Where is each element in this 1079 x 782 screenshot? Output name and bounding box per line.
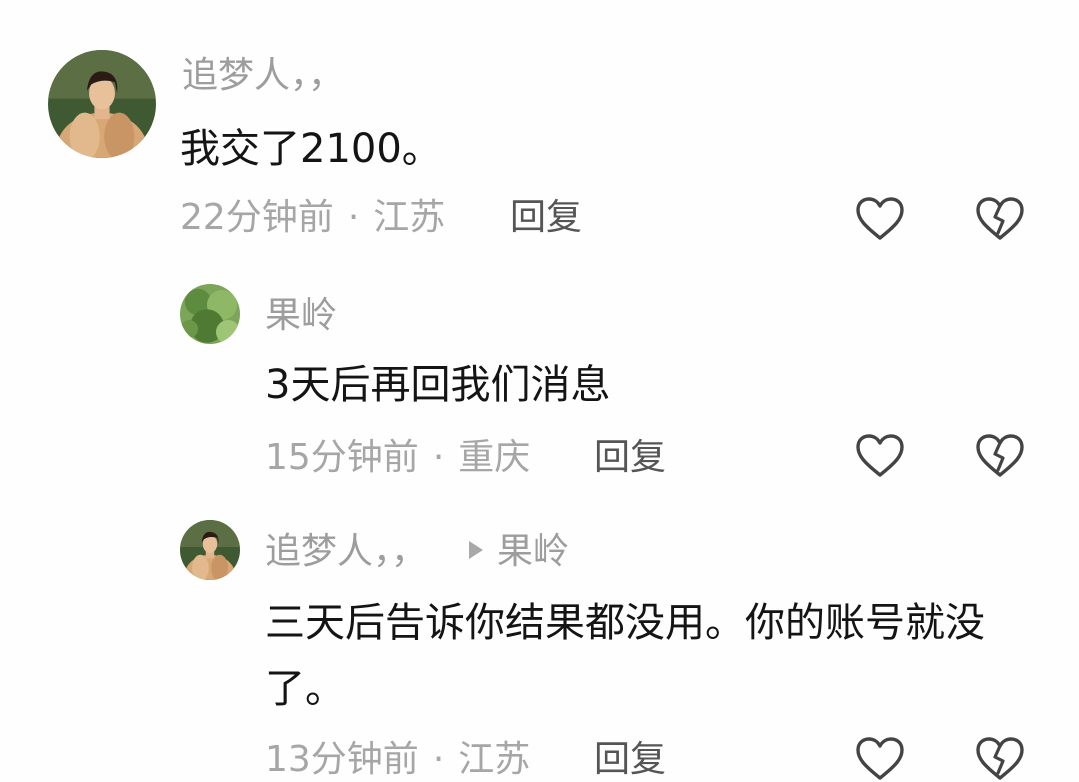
reply-to-username[interactable]: 果岭	[497, 531, 569, 572]
comment-username-line: 追梦人，， 果岭	[265, 534, 569, 570]
comment-meta: 13分钟前 · 江苏	[265, 742, 530, 778]
broken-heart-icon[interactable]	[975, 433, 1025, 479]
reply-button[interactable]: 回复	[594, 742, 666, 778]
comment-location: 江苏	[458, 739, 531, 780]
avatar[interactable]	[48, 50, 156, 158]
comment-username[interactable]: 追梦人，，	[182, 58, 344, 94]
broken-heart-icon[interactable]	[975, 196, 1025, 242]
heart-outline-icon[interactable]	[855, 196, 905, 242]
comment-meta: 22分钟前 · 江苏	[180, 200, 445, 236]
comment-time: 22分钟前	[180, 197, 334, 238]
reply-button[interactable]: 回复	[510, 200, 582, 236]
comment-text: 我交了2100。	[180, 126, 442, 172]
comment-text: 3天后再回我们消息	[265, 362, 611, 408]
comment-username[interactable]: 追梦人，，	[265, 531, 427, 572]
comment-time: 13分钟前	[265, 739, 419, 780]
comment-location: 重庆	[458, 437, 531, 478]
meta-separator: ·	[432, 739, 445, 780]
avatar[interactable]	[180, 284, 240, 344]
meta-separator: ·	[347, 197, 360, 238]
comment-meta: 15分钟前 · 重庆	[265, 440, 530, 476]
broken-heart-icon[interactable]	[975, 736, 1025, 782]
green-plant-avatar	[180, 284, 240, 344]
meta-separator: ·	[432, 437, 445, 478]
comment-time: 15分钟前	[265, 437, 419, 478]
heart-outline-icon[interactable]	[855, 433, 905, 479]
comment-text: 三天后告诉你结果都没用。你的账号就没了。	[265, 600, 985, 712]
man-in-fur-coat-avatar	[48, 50, 156, 158]
comment-username[interactable]: 果岭	[265, 298, 337, 334]
reply-button[interactable]: 回复	[594, 440, 666, 476]
avatar[interactable]	[180, 520, 240, 580]
comment-location: 江苏	[373, 197, 446, 238]
heart-outline-icon[interactable]	[855, 736, 905, 782]
man-in-fur-coat-avatar	[180, 520, 240, 580]
reply-arrow-icon	[469, 541, 484, 559]
